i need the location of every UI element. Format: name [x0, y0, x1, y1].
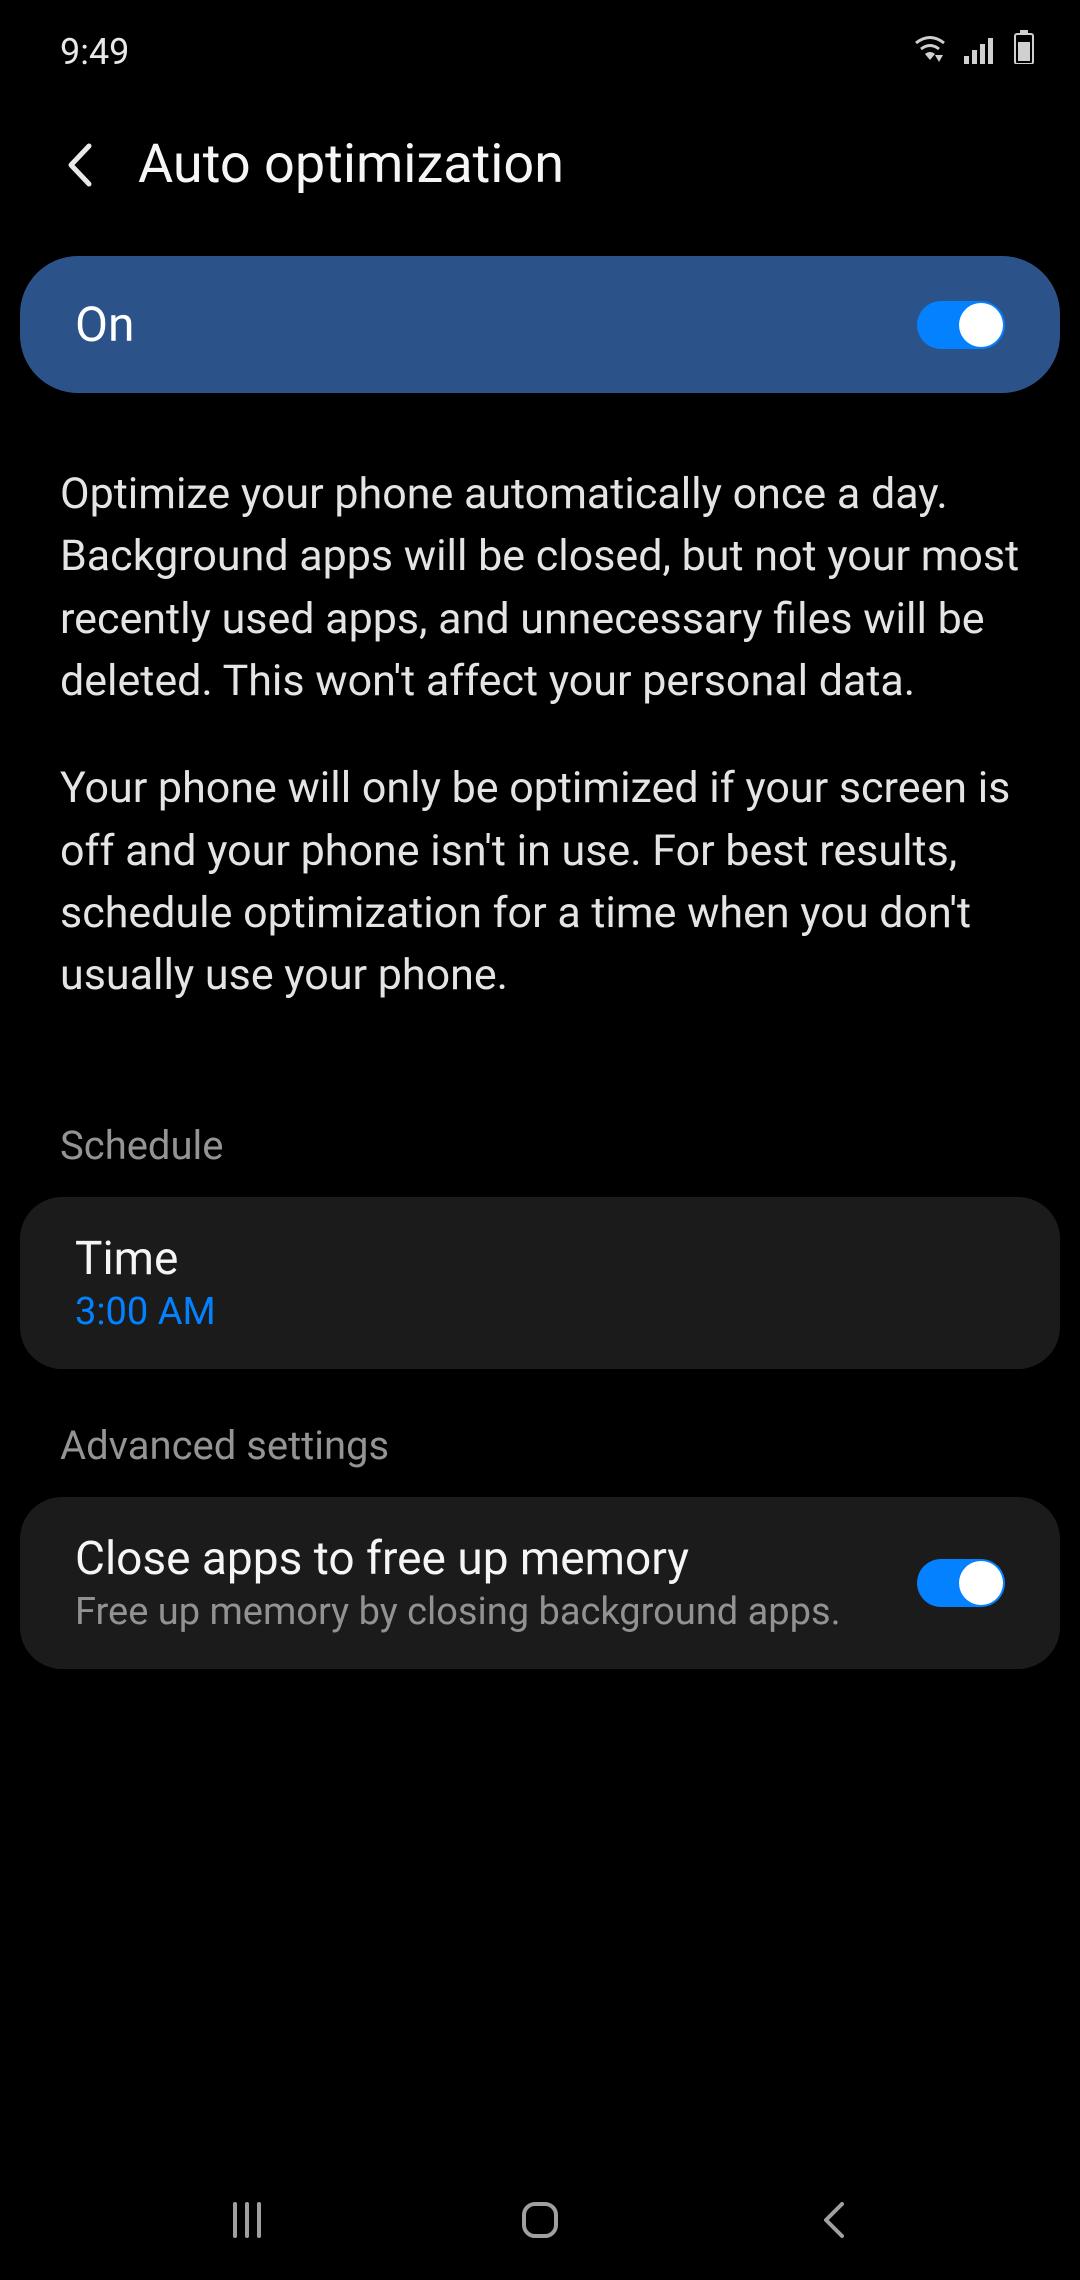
advanced-header: Advanced settings	[0, 1377, 1080, 1489]
recents-icon	[225, 2198, 269, 2242]
chevron-left-icon	[818, 2198, 848, 2242]
recents-button[interactable]	[217, 2190, 277, 2250]
schedule-header: Schedule	[0, 1077, 1080, 1189]
auto-optimization-toggle[interactable]	[917, 301, 1005, 349]
nav-bar	[0, 2160, 1080, 2280]
nav-back-button[interactable]	[803, 2190, 863, 2250]
header: Auto optimization	[0, 93, 1080, 246]
time-label: Time	[75, 1232, 1005, 1286]
signal-icon	[964, 31, 998, 73]
main-toggle-label: On	[75, 296, 135, 353]
home-button[interactable]	[510, 2190, 570, 2250]
battery-icon	[1013, 30, 1035, 73]
page-title: Auto optimization	[138, 133, 564, 196]
home-icon	[518, 2198, 562, 2242]
time-value: 3:00 AM	[75, 1290, 1005, 1334]
close-apps-card[interactable]: Close apps to free up memory Free up mem…	[20, 1497, 1060, 1669]
status-right	[911, 30, 1035, 73]
toggle-knob	[959, 1561, 1003, 1605]
description-p1: Optimize your phone automatically once a…	[60, 463, 1020, 712]
toggle-knob	[959, 303, 1003, 347]
back-button[interactable]	[55, 141, 103, 189]
description-text: Optimize your phone automatically once a…	[0, 413, 1080, 1077]
status-bar: 9:49	[0, 0, 1080, 93]
status-time: 9:49	[60, 31, 129, 73]
wifi-icon	[911, 31, 949, 73]
close-apps-toggle[interactable]	[917, 1559, 1005, 1607]
description-p2: Your phone will only be optimized if you…	[60, 757, 1020, 1006]
auto-optimization-toggle-card[interactable]: On	[20, 256, 1060, 393]
time-setting-card[interactable]: Time 3:00 AM	[20, 1197, 1060, 1369]
chevron-left-icon	[65, 142, 93, 188]
close-apps-title: Close apps to free up memory	[75, 1532, 917, 1586]
close-apps-subtitle: Free up memory by closing background app…	[75, 1590, 917, 1634]
